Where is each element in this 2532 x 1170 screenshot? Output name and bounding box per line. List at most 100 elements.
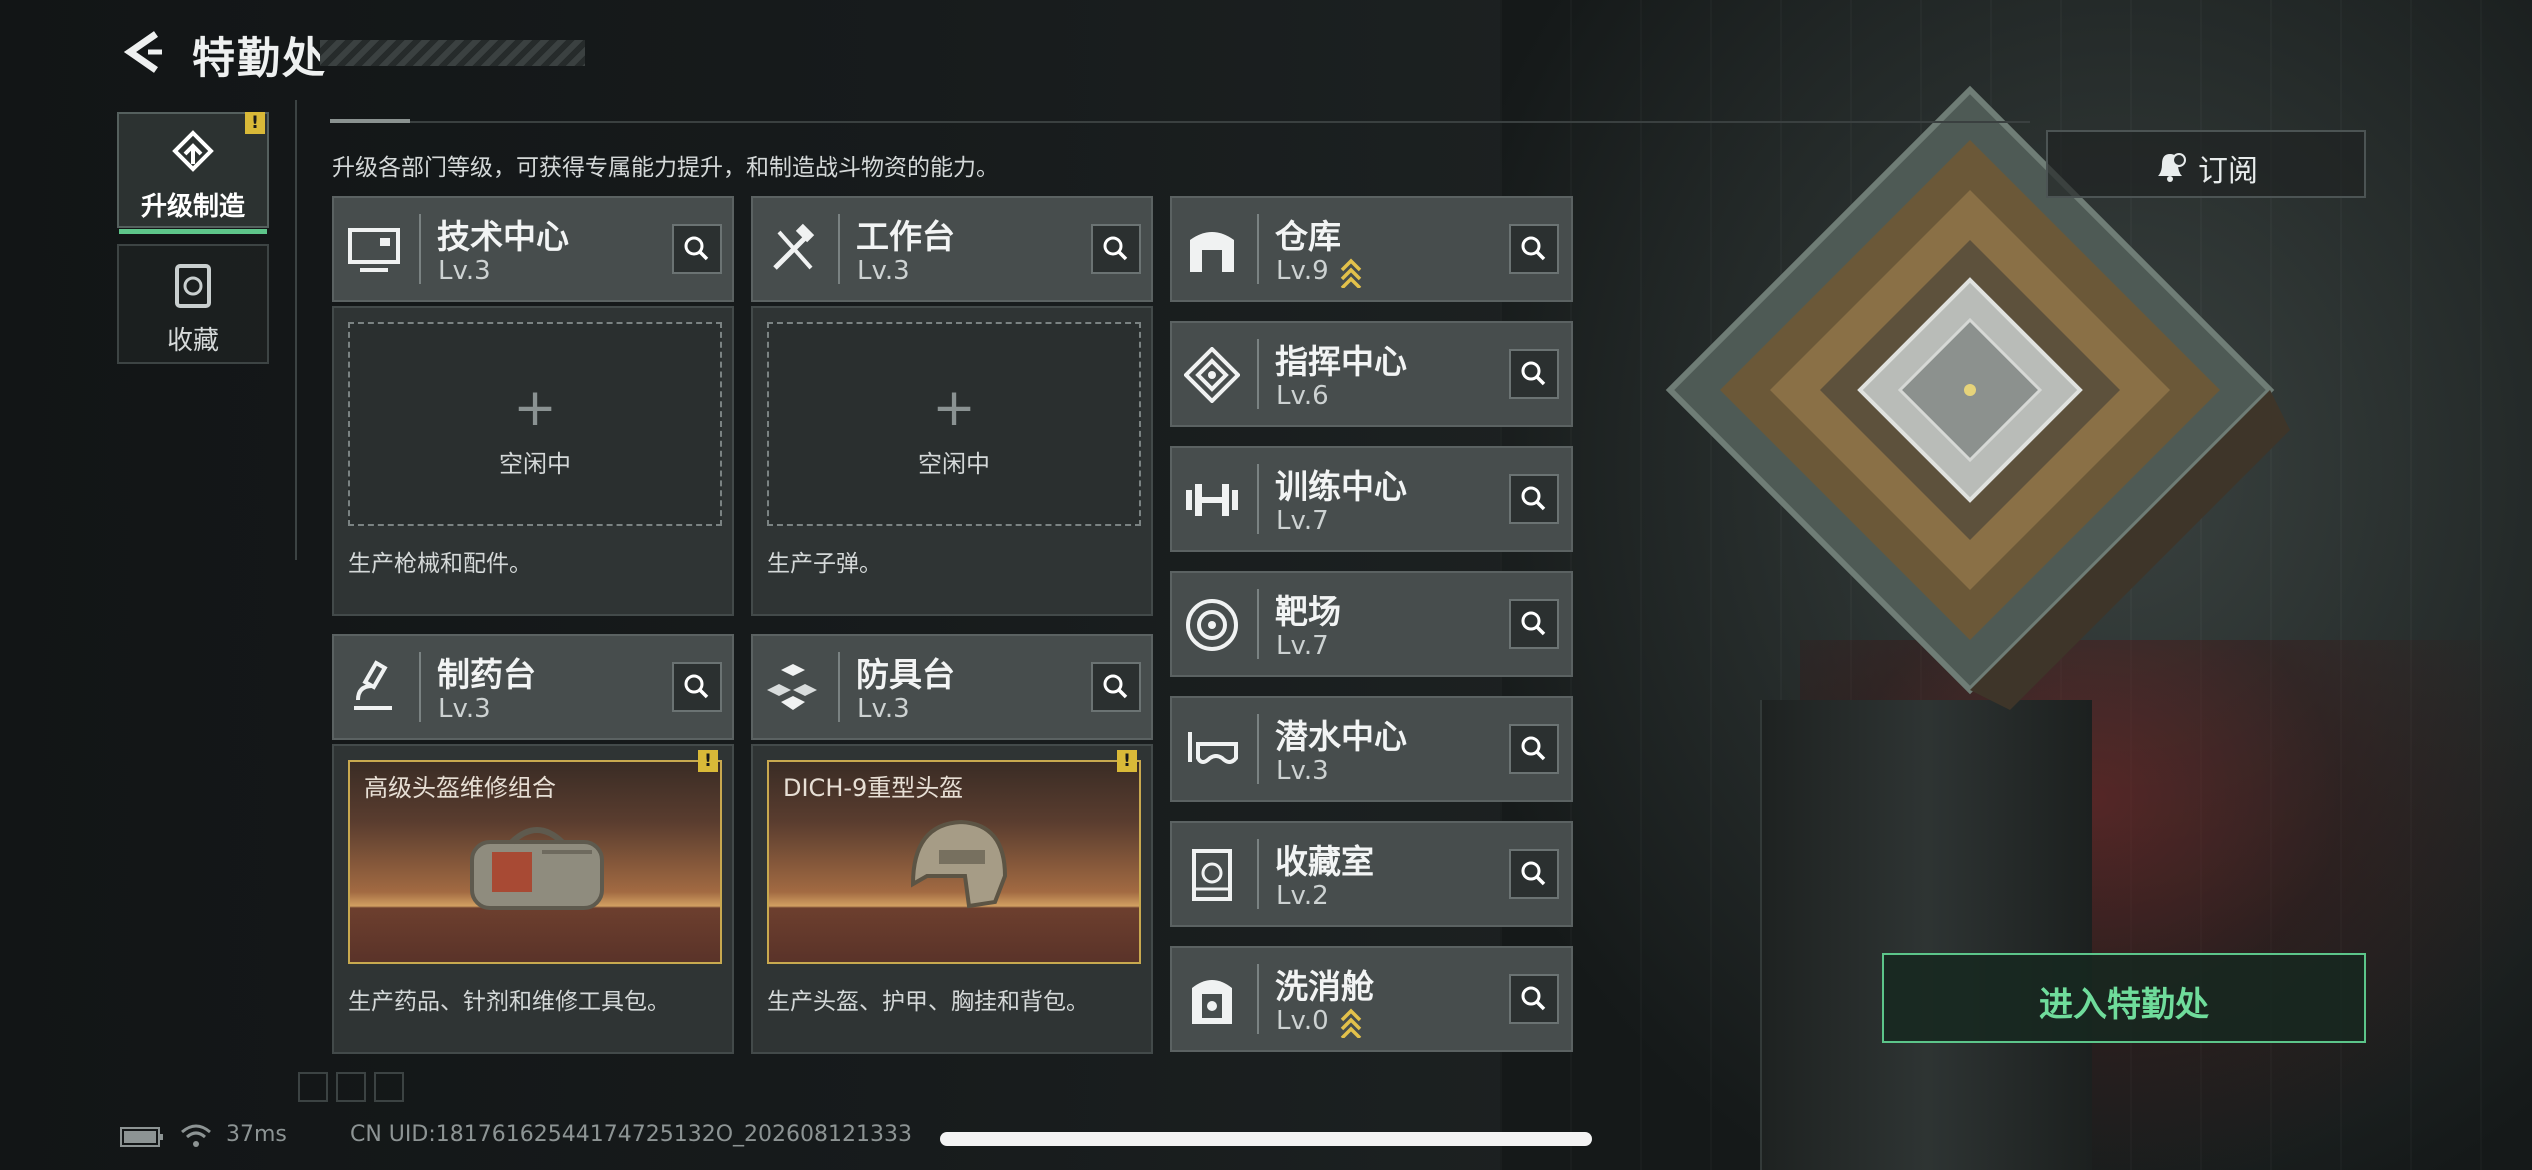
search-button[interactable] — [1509, 849, 1559, 899]
home-indicator[interactable] — [940, 1132, 1592, 1146]
search-button[interactable] — [1509, 349, 1559, 399]
search-button[interactable] — [1509, 724, 1559, 774]
add-icon: + — [513, 378, 557, 438]
dept-level: Lv.0 — [1276, 1006, 1329, 1036]
warehouse-icon — [1190, 232, 1234, 272]
divider — [330, 121, 2030, 123]
dept-collection-room[interactable]: 收藏室 Lv.2 — [1170, 821, 1573, 927]
workshop-level: Lv.3 — [438, 694, 491, 724]
repair-kit-icon — [470, 827, 604, 910]
slot-status: 空闲中 — [499, 450, 571, 478]
search-icon — [1103, 236, 1128, 261]
dept-command-center[interactable]: 指挥中心 Lv.6 — [1170, 321, 1573, 427]
divider — [838, 214, 840, 284]
workshop-name: 防具台 — [856, 655, 955, 694]
search-icon — [1521, 986, 1546, 1011]
production-slot-empty[interactable]: + 空闲中 — [348, 322, 722, 526]
frame-line — [295, 100, 297, 560]
search-icon — [1521, 736, 1546, 761]
item-name: DICH-9重型头盔 — [783, 774, 964, 802]
enter-hq-label: 进入特勤处 — [2039, 985, 2209, 1025]
item-name: 高级头盔维修组合 — [364, 774, 556, 802]
divider — [1257, 964, 1259, 1034]
search-icon — [1521, 611, 1546, 636]
divider — [1257, 839, 1259, 909]
search-button[interactable] — [1091, 662, 1141, 712]
production-slot-item[interactable]: DICH-9重型头盔 — [767, 760, 1141, 964]
workshop-workbench[interactable]: 工作台 Lv.3 — [751, 196, 1153, 302]
divider-accent — [330, 119, 410, 123]
workshop-description: 生产药品、针剂和维修工具包。 — [348, 989, 670, 1015]
workshop-description: 生产子弹。 — [767, 551, 882, 577]
dept-shooting-range[interactable]: 靶场 Lv.7 — [1170, 571, 1573, 677]
dept-decontamination[interactable]: 洗消舱 Lv.0 — [1170, 946, 1573, 1052]
dept-name: 靶场 — [1275, 592, 1341, 631]
divider — [1257, 214, 1259, 284]
divider — [838, 652, 840, 722]
divider — [1257, 714, 1259, 784]
workshop-level: Lv.3 — [857, 256, 910, 286]
production-slot-empty[interactable]: + 空闲中 — [767, 322, 1141, 526]
upgrade-available-icon — [1340, 258, 1362, 288]
search-button[interactable] — [1091, 224, 1141, 274]
workshop-body: 高级头盔维修组合 ! 生产药品、针剂和维修工具包。 — [332, 744, 734, 1054]
dept-name: 仓库 — [1275, 217, 1341, 256]
workshop-name: 工作台 — [856, 217, 955, 256]
subscribe-button[interactable]: 订阅 — [2046, 130, 2366, 198]
search-button[interactable] — [672, 662, 722, 712]
dept-level: Lv.7 — [1276, 631, 1329, 661]
search-button[interactable] — [672, 224, 722, 274]
dept-name: 收藏室 — [1275, 842, 1374, 881]
search-icon — [1521, 486, 1546, 511]
search-icon — [684, 674, 709, 699]
display-case-icon — [1192, 849, 1232, 901]
workshop-armor[interactable]: 防具台 Lv.3 — [751, 634, 1153, 740]
workshop-description: 生产枪械和配件。 — [348, 551, 532, 577]
microscope-icon — [354, 660, 392, 710]
workshop-pharmacy[interactable]: 制药台 Lv.3 — [332, 634, 734, 740]
bell-icon — [2158, 153, 2186, 182]
tab-collection[interactable]: 收藏 — [117, 244, 269, 364]
target-icon — [1186, 599, 1238, 651]
dept-warehouse[interactable]: 仓库 Lv.9 — [1170, 196, 1573, 302]
tab-label: 收藏 — [166, 326, 219, 356]
divider — [1257, 464, 1259, 534]
search-button[interactable] — [1509, 599, 1559, 649]
enter-hq-button[interactable]: 进入特勤处 — [1882, 953, 2366, 1043]
dumbbell-icon — [1186, 484, 1238, 516]
search-button[interactable] — [1509, 474, 1559, 524]
workshop-level: Lv.3 — [857, 694, 910, 724]
workshop-name: 制药台 — [437, 655, 536, 694]
dept-name: 洗消舱 — [1275, 967, 1374, 1006]
production-slot-item[interactable]: 高级头盔维修组合 — [348, 760, 722, 964]
search-button[interactable] — [1509, 974, 1559, 1024]
workshop-description: 生产头盔、护甲、胸挂和背包。 — [767, 989, 1089, 1015]
battery-icon — [120, 1127, 163, 1147]
decorative-boxes — [298, 1072, 412, 1106]
search-button[interactable] — [1509, 224, 1559, 274]
divider — [1257, 339, 1259, 409]
dept-name: 潜水中心 — [1275, 717, 1407, 756]
workshop-tech-center[interactable]: 技术中心 Lv.3 — [332, 196, 734, 302]
workshop-body: + 空闲中 生产枪械和配件。 — [332, 306, 734, 616]
collection-icon — [175, 264, 211, 308]
wifi-icon — [181, 1124, 211, 1147]
search-icon — [1521, 361, 1546, 386]
workshop-body: + 空闲中 生产子弹。 — [751, 306, 1153, 616]
divider — [419, 652, 421, 722]
dept-level: Lv.2 — [1276, 881, 1329, 911]
dept-diving-center[interactable]: 潜水中心 Lv.3 — [1170, 696, 1573, 802]
divider — [419, 214, 421, 284]
armor-boxes-icon — [767, 664, 817, 710]
tab-upgrade-manufacture[interactable]: 升级制造 ! — [117, 112, 269, 234]
tab-active-indicator — [119, 229, 267, 234]
decontamination-icon — [1192, 980, 1232, 1024]
add-icon: + — [932, 378, 976, 438]
upgrade-icon — [172, 130, 214, 172]
dept-name: 训练中心 — [1275, 467, 1407, 506]
back-arrow-icon[interactable] — [118, 28, 166, 76]
dept-training-center[interactable]: 训练中心 Lv.7 — [1170, 446, 1573, 552]
page-title: 特勤处 — [192, 34, 327, 84]
dept-level: Lv.9 — [1276, 256, 1329, 286]
workshop-level: Lv.3 — [438, 256, 491, 286]
